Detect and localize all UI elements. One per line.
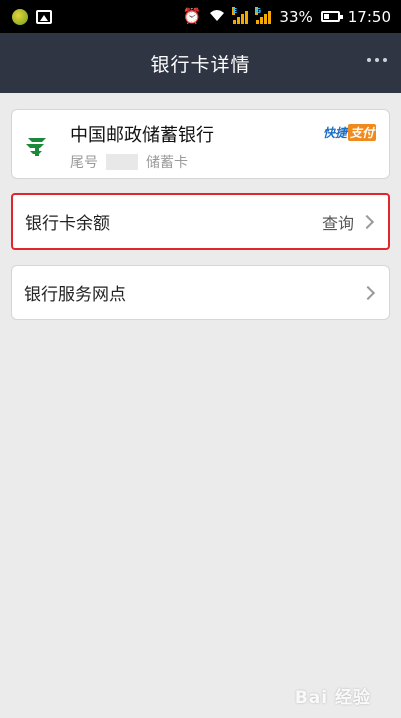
page-title: 银行卡详情 [150,53,251,76]
alarm-icon: ⏰ [182,7,202,25]
network-type-label: E [232,6,238,15]
status-bar: ⏰ E G 33% 17:50 [0,0,401,33]
quick-pay-badge-right: 支付 [347,123,376,141]
bank-branches-label: 银行服务网点 [24,285,126,305]
masked-card-number [106,154,138,170]
app-icon [12,8,28,25]
card-balance-label: 银行卡余额 [25,214,110,234]
tail-number-label: 尾号 [70,155,98,171]
query-link[interactable]: 查询 [322,210,354,234]
bank-logo-icon [26,138,46,156]
card-type: 储蓄卡 [146,155,188,171]
battery-percent: 33% [279,7,313,26]
signal-icon: E [232,6,249,24]
card-subtitle: 尾号 储蓄卡 [70,152,188,172]
chevron-right-icon [360,285,376,300]
more-icon[interactable] [367,58,387,62]
bank-card-info: 中国邮政储蓄银行 尾号 储蓄卡 快捷 支付 [11,109,390,179]
network-type-label: G [255,6,262,15]
signal-icon: G [255,6,272,24]
clock: 17:50 [347,7,391,26]
bank-name: 中国邮政储蓄银行 [70,125,214,146]
chevron-right-icon [359,214,375,229]
title-bar: 银行卡详情 [0,33,401,93]
quick-pay-badge: 快捷 支付 [322,123,376,141]
battery-icon [320,11,343,22]
watermark: Bai 经验 [294,688,371,708]
bank-branches-row[interactable]: 银行服务网点 [11,265,390,320]
card-balance-row[interactable]: 银行卡余额 查询 [11,193,390,250]
wifi-icon [209,9,225,25]
quick-pay-badge-left: 快捷 [322,125,347,140]
status-right: ⏰ E G 33% 17:50 [182,6,391,26]
status-left [12,8,52,25]
gallery-icon [36,9,52,24]
